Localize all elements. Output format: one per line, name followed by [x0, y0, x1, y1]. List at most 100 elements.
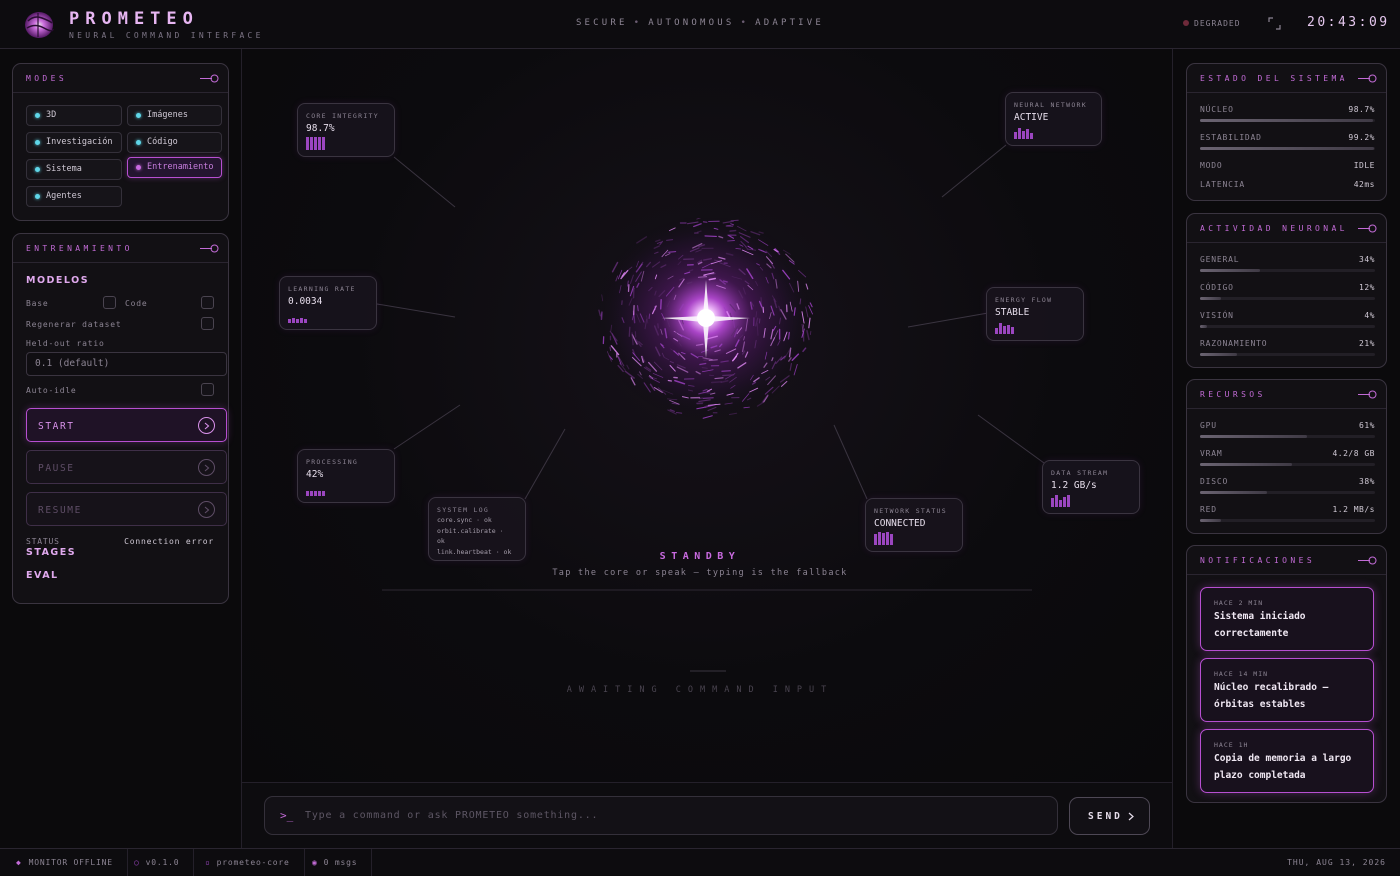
notification-card[interactable]: HACE 2 MIN Sistema iniciado correctament…: [1200, 587, 1374, 651]
orb-particle: [788, 333, 789, 339]
stat-fill: [1200, 297, 1221, 300]
system-state-panel: ESTADO DEL SISTEMA NÚCLEO 98.7% ESTABILI…: [1186, 63, 1387, 201]
node-value: 98.7%: [306, 123, 335, 134]
project-text: prometeo-core: [217, 858, 290, 867]
mode-label: 3D: [46, 110, 56, 120]
mode-label: Sistema: [46, 164, 82, 174]
command-input[interactable]: >_ Type a command or ask PROMETEO someth…: [264, 796, 1058, 835]
orb-particle: [800, 299, 801, 304]
notification-message: Sistema iniciado correctamente: [1214, 608, 1366, 642]
mode-sistema-button[interactable]: Sistema: [26, 159, 122, 180]
mode-investigacion-button[interactable]: Investigación: [26, 132, 122, 153]
resume-label: RESUME: [38, 505, 82, 516]
chevron-right-icon: [198, 417, 215, 434]
mode-entrenamiento-button[interactable]: Entrenamiento: [127, 157, 222, 178]
orb-particle: [610, 347, 611, 350]
orb-particle: [638, 306, 639, 311]
orb-particle: [712, 382, 722, 383]
processing-node[interactable]: PROCESSING 42%: [297, 449, 395, 503]
version-info: ○v0.1.0: [120, 849, 194, 876]
fullscreen-icon[interactable]: [1268, 17, 1281, 30]
stat-label: RAZONAMIENTO: [1200, 339, 1267, 348]
node-value: 1.2 GB/s: [1051, 480, 1097, 491]
neural-network-node[interactable]: NEURAL NETWORK ACTIVE: [1005, 92, 1102, 146]
mode-3d-button[interactable]: 3D: [26, 105, 122, 126]
resources-title: RECURSOS: [1200, 390, 1266, 399]
connector-line: [978, 415, 1044, 463]
node-key: DATA STREAM: [1051, 469, 1108, 477]
holdout-ratio-input[interactable]: 0.1 (default): [26, 352, 227, 376]
mode-led-icon: [136, 140, 141, 145]
mode-label: Agentes: [46, 191, 82, 201]
notification-card[interactable]: HACE 1H Copia de memoria a largo plazo c…: [1200, 729, 1374, 793]
neural-activity-title: ACTIVIDAD NEURONAL: [1200, 224, 1348, 233]
link-icon[interactable]: [1358, 223, 1377, 234]
mode-imagenes-button[interactable]: Imágenes: [127, 105, 222, 126]
data-stream-node[interactable]: DATA STREAM 1.2 GB/s: [1042, 460, 1140, 514]
orb-particle: [724, 281, 727, 282]
stat-value: 1.2 MB/s: [1332, 505, 1375, 514]
link-icon[interactable]: [1358, 73, 1377, 84]
pause-button[interactable]: PAUSE: [26, 450, 227, 484]
footer-date: THU, AUG 13, 2026: [1287, 849, 1386, 876]
regen-dataset-checkbox[interactable]: [201, 317, 214, 330]
stat-value: 42ms: [1354, 180, 1375, 189]
stat-value: 4%: [1364, 311, 1375, 320]
link-icon[interactable]: [200, 73, 219, 84]
version-circle-icon: ○: [134, 858, 140, 867]
neural-core-orb[interactable]: [590, 218, 822, 428]
connector-line: [942, 145, 1006, 197]
energy-flow-node[interactable]: ENERGY FLOW STABLE: [986, 287, 1084, 341]
orb-particle: [658, 324, 659, 328]
orb-particle: [629, 327, 630, 336]
stat-label: GPU: [1200, 421, 1217, 430]
status-text: DEGRADED: [1194, 19, 1241, 28]
status-key: STATUS: [26, 537, 60, 546]
project-info: ▫prometeo-core: [192, 849, 305, 876]
system-status-indicator: DEGRADED: [1183, 19, 1241, 28]
link-icon[interactable]: [1358, 555, 1377, 566]
start-label: START: [38, 421, 75, 432]
top-header: PROMETEO NEURAL COMMAND INTERFACE SECURE…: [0, 0, 1400, 49]
node-value: ACTIVE: [1014, 112, 1048, 123]
send-button[interactable]: SEND: [1069, 797, 1150, 835]
mode-label: Investigación: [46, 137, 113, 147]
base-checkbox[interactable]: [103, 296, 116, 309]
node-key: CORE INTEGRITY: [306, 112, 379, 120]
regen-dataset-label: Regenerar dataset: [26, 320, 121, 329]
link-icon[interactable]: [200, 243, 219, 254]
code-checkbox[interactable]: [201, 296, 214, 309]
send-label: SEND: [1088, 811, 1123, 822]
training-title: ENTRENAMIENTO: [26, 244, 133, 253]
pause-label: PAUSE: [38, 463, 75, 474]
core-integrity-node[interactable]: CORE INTEGRITY 98.7%: [297, 103, 395, 157]
stat-label: NÚCLEO: [1200, 105, 1234, 114]
code-label: Code: [125, 299, 147, 308]
notification-message: Núcleo recalibrado — órbitas estables: [1214, 679, 1366, 713]
resume-button[interactable]: RESUME: [26, 492, 227, 526]
mode-label: Entrenamiento: [147, 162, 214, 172]
brand-subtitle: NEURAL COMMAND INTERFACE: [69, 31, 264, 40]
autoidle-checkbox[interactable]: [201, 383, 214, 396]
mode-led-icon: [136, 113, 141, 118]
orb-particle: [702, 368, 707, 369]
mode-led-icon: [35, 167, 40, 172]
stat-label: RED: [1200, 505, 1217, 514]
orb-particle: [649, 314, 650, 318]
stat-label: CÓDIGO: [1200, 283, 1234, 292]
mode-codigo-button[interactable]: Código: [127, 132, 222, 153]
modes-panel: MODES 3D Imágenes Investigación Código S…: [12, 63, 229, 221]
link-icon[interactable]: [1358, 389, 1377, 400]
mode-agentes-button[interactable]: Agentes: [26, 186, 122, 207]
stat-value: 99.2%: [1348, 133, 1375, 142]
connector-line: [525, 429, 565, 499]
tagline-word: AUTONOMOUS: [648, 18, 734, 28]
monitor-text: MONITOR OFFLINE: [29, 858, 113, 867]
mode-label: Código: [147, 137, 178, 147]
notification-card[interactable]: HACE 14 MIN Núcleo recalibrado — órbitas…: [1200, 658, 1374, 722]
learning-rate-node[interactable]: LEARNING RATE 0.0034: [279, 276, 377, 330]
orb-particle: [669, 252, 676, 253]
tagline-word: ADAPTIVE: [755, 18, 824, 28]
start-button[interactable]: START: [26, 408, 227, 442]
network-status-node[interactable]: NETWORK STATUS CONNECTED: [865, 498, 963, 552]
